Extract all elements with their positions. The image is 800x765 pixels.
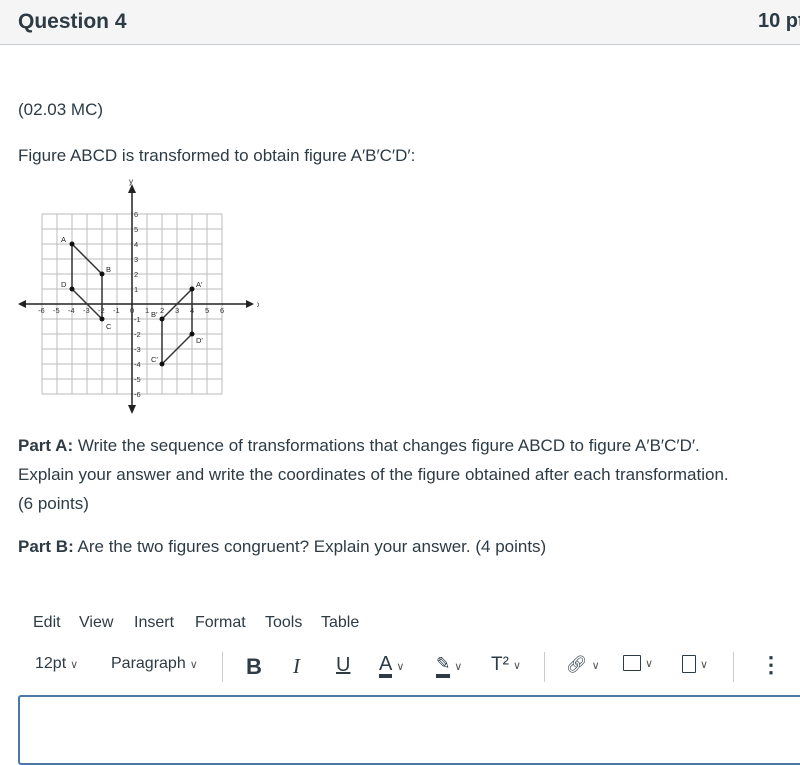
vertex-label: C′ [151, 355, 158, 364]
superscript-icon: T² [491, 654, 509, 675]
toolbar-divider [222, 652, 223, 682]
chevron-down-icon: ∨ [512, 659, 521, 672]
x-tick-label: 2 [160, 306, 164, 315]
vertex-label: D′ [196, 336, 203, 345]
toolbar-divider [544, 652, 545, 682]
vertex-label: B′ [151, 310, 158, 319]
y-tick-label: 2 [134, 270, 138, 279]
document-button[interactable]: ∨ [682, 655, 708, 673]
x-tick-label: 6 [220, 306, 224, 315]
menu-insert[interactable]: Insert [134, 614, 174, 632]
vertex-point [189, 331, 195, 337]
answer-editor[interactable] [18, 695, 800, 765]
part-b-text: Are the two figures congruent? Explain y… [73, 537, 547, 556]
coordinate-graph: xy-6 -5 -4 -3 -2 -1 0 1 2 3 4 5 6-6-5-4-3-2-1123456A… [18, 177, 259, 414]
link-icon: 🔗︎ [566, 655, 588, 674]
y-tick-label: 5 [134, 225, 138, 234]
vertex-point [189, 286, 195, 292]
menu-view[interactable]: View [79, 614, 113, 632]
chevron-down-icon: ∨ [591, 659, 600, 672]
question-title: Question 4 [18, 10, 127, 33]
part-b-label: Part B: [18, 537, 74, 556]
y-axis-arrow [128, 405, 136, 414]
menu-tools[interactable]: Tools [265, 614, 302, 632]
y-tick-label: -6 [134, 390, 141, 399]
y-tick-label: 6 [134, 210, 138, 219]
highlighter-icon: ✎ [436, 654, 451, 678]
x-tick-label: -5 [53, 306, 60, 315]
vertex-point [99, 316, 105, 322]
x-tick-label: -6 [38, 306, 45, 315]
toolbar-divider [733, 652, 734, 682]
image-icon [623, 655, 641, 671]
underline-button[interactable]: U [336, 654, 350, 677]
x-axis-label: x [257, 300, 259, 309]
link-button[interactable]: 🔗︎ ∨ [566, 655, 600, 675]
vertex-point [99, 271, 105, 277]
part-a-text: Write the sequence of transformations th… [73, 436, 700, 455]
x-tick-label: 1 [145, 306, 149, 315]
question-points: 10 pts [758, 10, 800, 32]
part-a-line1: Part A: Write the sequence of transforma… [18, 436, 700, 456]
x-tick-label: -3 [83, 306, 90, 315]
x-tick-label: 0 [130, 306, 134, 315]
x-tick-label: 5 [205, 306, 209, 315]
chevron-down-icon: ∨ [189, 658, 198, 671]
y-tick-label: -5 [134, 375, 141, 384]
vertex-point [69, 286, 75, 292]
chevron-down-icon: ∨ [454, 660, 463, 673]
menu-format[interactable]: Format [195, 614, 246, 632]
question-prompt: Figure ABCD is transformed to obtain fig… [18, 146, 416, 165]
part-a-line2: Explain your answer and write the coordi… [18, 465, 729, 484]
chevron-down-icon: ∨ [70, 658, 79, 671]
x-tick-label: -1 [113, 306, 120, 315]
text-color-icon: A [379, 654, 393, 678]
y-tick-label: -3 [134, 345, 141, 354]
document-icon [682, 655, 696, 673]
vertex-label: C [106, 322, 112, 331]
question-code: (02.03 MC) [18, 100, 104, 119]
vertex-label: A [61, 235, 66, 244]
y-tick-label: 4 [134, 240, 138, 249]
y-tick-label: 3 [134, 255, 138, 264]
highlight-button[interactable]: ✎ ∨ [436, 654, 462, 678]
block-format-value: Paragraph [111, 655, 186, 672]
part-a-label: Part A: [18, 436, 74, 455]
part-a-line3: (6 points) [18, 494, 89, 513]
x-axis-arrow [246, 300, 254, 308]
italic-button[interactable]: I [293, 654, 300, 679]
y-tick-label: 1 [134, 285, 138, 294]
vertex-point [159, 316, 165, 322]
vertex-label: A′ [196, 280, 203, 289]
vertex-point [159, 361, 165, 367]
menu-table[interactable]: Table [321, 614, 359, 632]
y-tick-label: -4 [134, 360, 141, 369]
vertex-point [69, 241, 75, 247]
chevron-down-icon: ∨ [645, 657, 654, 670]
y-tick-label: -2 [134, 330, 141, 339]
y-tick-label: -1 [134, 315, 141, 324]
x-tick-label: -4 [68, 306, 75, 315]
block-format-dropdown[interactable]: Paragraph ∨ [111, 655, 198, 673]
image-button[interactable]: ∨ [623, 655, 653, 671]
font-size-dropdown[interactable]: 12pt ∨ [35, 655, 78, 673]
more-options-button[interactable]: ⋮ [760, 652, 782, 678]
vertex-label: B [106, 265, 111, 274]
chevron-down-icon: ∨ [396, 660, 405, 673]
text-color-button[interactable]: A ∨ [379, 654, 404, 678]
vertex-label: D [61, 280, 67, 289]
font-size-value: 12pt [35, 655, 67, 672]
menu-edit[interactable]: Edit [33, 614, 61, 632]
y-axis-label: y [129, 177, 133, 186]
x-axis-arrow [18, 300, 26, 308]
question-header: Question 4 10 pts [0, 0, 800, 45]
superscript-button[interactable]: T² ∨ [491, 654, 521, 676]
part-b: Part B: Are the two figures congruent? E… [18, 537, 546, 557]
x-tick-label: 3 [175, 306, 179, 315]
chevron-down-icon: ∨ [700, 658, 709, 671]
bold-button[interactable]: B [246, 654, 262, 680]
